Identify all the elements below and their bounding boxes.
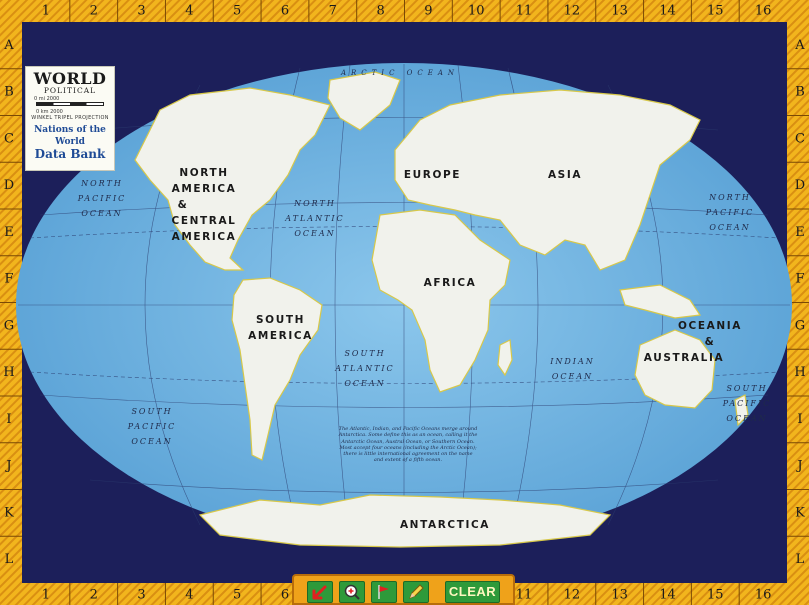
arrow-icon xyxy=(312,585,327,600)
label-north-pacific-east: NORTH PACIFIC OCEAN xyxy=(705,193,755,232)
map-toolbar: CLEAR xyxy=(292,574,515,605)
map-frame: 12345678910111213141516 1234567891011121… xyxy=(0,0,809,605)
grid-col-label-bottom: 12 xyxy=(564,588,581,603)
grid-row-label-left: K xyxy=(4,505,14,520)
grid-row-label-right: K xyxy=(795,505,805,520)
grid-col-label-bottom: 4 xyxy=(185,588,193,603)
grid-row-label-left: B xyxy=(4,85,14,100)
grid-col-label-bottom: 3 xyxy=(137,588,145,603)
grid-row-label-left: E xyxy=(4,225,14,240)
grid-row-label-left: L xyxy=(5,552,14,567)
grid-row-label-right: D xyxy=(795,178,805,193)
grid-col-label-top: 11 xyxy=(516,4,533,19)
magnifier-plus-icon xyxy=(344,584,360,600)
label-asia[interactable]: ASIA xyxy=(535,167,595,183)
grid-row-label-left: C xyxy=(4,131,14,146)
grid-row-label-right: G xyxy=(795,318,805,333)
grid-col-label-bottom: 5 xyxy=(233,588,241,603)
grid-row-label-right: H xyxy=(794,365,805,380)
label-north-atlantic: NORTH ATLANTIC OCEAN xyxy=(285,199,345,238)
grid-row-label-left: I xyxy=(6,412,11,427)
grid-row-label-left: F xyxy=(4,272,13,287)
grid-col-label-top: 15 xyxy=(707,4,724,19)
grid-row-label-right: E xyxy=(795,225,805,240)
clear-button[interactable]: CLEAR xyxy=(445,581,500,603)
grid-col-label-top: 16 xyxy=(755,4,772,19)
grid-row-label-right: B xyxy=(795,85,805,100)
flag-icon xyxy=(378,585,389,599)
label-arctic-ocean: ARCTIC OCEAN xyxy=(340,69,460,77)
grid-row-label-right: J xyxy=(795,459,802,474)
grid-row-label-right: L xyxy=(796,552,805,567)
grid-col-label-top: 1 xyxy=(42,4,50,19)
grid-col-label-bottom: 1 xyxy=(42,588,50,603)
brand-logo-line1: Nations of the World xyxy=(34,125,106,147)
grid-row-label-left: J xyxy=(4,459,11,474)
brand-logo-line2: Data Bank xyxy=(34,147,106,161)
grid-col-label-top: 4 xyxy=(185,4,193,19)
grid-row-label-left: G xyxy=(4,318,14,333)
label-oceania-australia[interactable]: OCEANIA & AUSTRALIA xyxy=(644,318,748,366)
label-north-pacific-west: NORTH PACIFIC OCEAN xyxy=(77,179,127,218)
grid-row-label-right: F xyxy=(795,272,804,287)
grid-col-label-top: 9 xyxy=(424,4,432,19)
grid-col-label-top: 2 xyxy=(90,4,98,19)
grid-col-label-top: 6 xyxy=(281,4,289,19)
grid-row-label-right: I xyxy=(797,412,802,427)
map-legend: WORLD POLITICAL 0 mi 2000 0 km 2000 WINK… xyxy=(25,66,115,171)
label-africa[interactable]: AFRICA xyxy=(410,275,490,291)
projection-label: WINKEL TRIPEL PROJECTION xyxy=(31,115,109,121)
label-south-america[interactable]: SOUTH AMERICA xyxy=(243,312,318,344)
grid-col-label-bottom: 16 xyxy=(755,588,772,603)
pencil-icon xyxy=(409,584,424,599)
grid-row-label-right: C xyxy=(795,131,805,146)
grid-row-label-left: H xyxy=(3,365,14,380)
grid-col-label-top: 13 xyxy=(611,4,628,19)
label-south-pacific: SOUTH PACIFIC OCEAN xyxy=(127,407,177,446)
grid-col-label-top: 8 xyxy=(376,4,384,19)
grid-col-label-top: 5 xyxy=(233,4,241,19)
grid-col-label-top: 7 xyxy=(329,4,337,19)
grid-col-label-bottom: 6 xyxy=(281,588,289,603)
grid-col-label-bottom: 2 xyxy=(90,588,98,603)
grid-col-label-bottom: 11 xyxy=(516,588,533,603)
grid-col-label-bottom: 13 xyxy=(611,588,628,603)
label-south-pacific-east: SOUTH PACIFIC OCEAN xyxy=(722,384,772,423)
scale-bar-graphic xyxy=(36,102,104,106)
label-south-atlantic: SOUTH ATLANTIC OCEAN xyxy=(335,349,395,388)
label-europe[interactable]: EUROPE xyxy=(400,167,465,183)
grid-row-label-left: D xyxy=(4,178,14,193)
grid-row-label-left: A xyxy=(3,38,14,53)
pencil-tool-button[interactable] xyxy=(403,581,429,603)
southern-ocean-note: The Atlantic, Indian, and Pacific Oceans… xyxy=(338,426,478,464)
zoom-tool-button[interactable] xyxy=(339,581,365,603)
grid-col-label-top: 10 xyxy=(468,4,485,19)
flag-tool-button[interactable] xyxy=(371,581,397,603)
label-north-america[interactable]: NORTH AMERICA & CENTRAL AMERICA xyxy=(165,165,243,245)
label-indian-ocean: INDIAN OCEAN xyxy=(550,357,595,381)
grid-col-label-top: 12 xyxy=(564,4,581,19)
grid-col-label-top: 3 xyxy=(137,4,145,19)
grid-col-label-top: 14 xyxy=(659,4,676,19)
grid-row-label-right: A xyxy=(794,38,805,53)
scale-bar: 0 mi 2000 xyxy=(34,96,106,110)
pointer-tool-button[interactable] xyxy=(307,581,333,603)
label-antarctica[interactable]: ANTARCTICA xyxy=(385,517,505,533)
grid-col-label-bottom: 14 xyxy=(659,588,676,603)
grid-col-label-bottom: 15 xyxy=(707,588,724,603)
